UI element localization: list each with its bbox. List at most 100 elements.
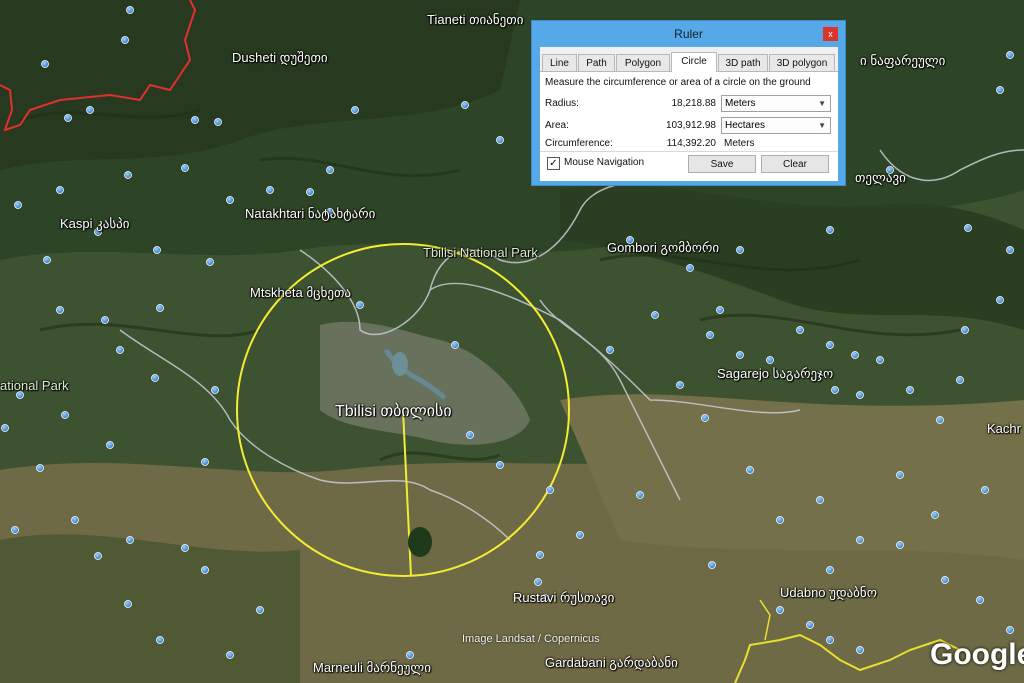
placemark-pin-icon[interactable] [536,551,544,559]
placemark-pin-icon[interactable] [676,381,684,389]
placemark-pin-icon[interactable] [226,196,234,204]
placemark-pin-icon[interactable] [94,552,102,560]
placemark-pin-icon[interactable] [736,351,744,359]
placemark-pin-icon[interactable] [461,101,469,109]
placemark-pin-icon[interactable] [816,496,824,504]
ruler-titlebar[interactable]: Ruler x [532,21,845,47]
placemark-pin-icon[interactable] [121,36,129,44]
placemark-pin-icon[interactable] [191,116,199,124]
placemark-pin-icon[interactable] [406,651,414,659]
placemark-pin-icon[interactable] [996,86,1004,94]
close-button[interactable]: x [823,27,838,41]
placemark-pin-icon[interactable] [36,464,44,472]
placemark-pin-icon[interactable] [776,516,784,524]
placemark-pin-icon[interactable] [856,646,864,654]
place-label-udabno[interactable]: Udabno უდაბნო [780,585,877,601]
placemark-pin-icon[interactable] [716,306,724,314]
placemark-pin-icon[interactable] [126,536,134,544]
placemark-pin-icon[interactable] [41,60,49,68]
placemark-pin-icon[interactable] [124,171,132,179]
place-label-east-2[interactable]: თელავი [855,170,906,186]
place-label-kachr[interactable]: Kachr [987,421,1021,436]
placemark-pin-icon[interactable] [116,346,124,354]
tab-3d-polygon[interactable]: 3D polygon [769,54,835,71]
mouse-navigation-checkbox[interactable]: ✓ [547,157,560,170]
placemark-pin-icon[interactable] [256,606,264,614]
placemark-pin-icon[interactable] [56,306,64,314]
placemark-pin-icon[interactable] [1006,626,1014,634]
placemark-pin-icon[interactable] [126,6,134,14]
placemark-pin-icon[interactable] [776,606,784,614]
placemark-pin-icon[interactable] [326,166,334,174]
placemark-pin-icon[interactable] [101,316,109,324]
ruler-dialog[interactable]: Ruler x Line Path Polygon Circle 3D path… [531,20,846,186]
placemark-pin-icon[interactable] [496,461,504,469]
place-label-rustavi[interactable]: Rustavi რუსთავი [513,590,614,606]
tab-polygon[interactable]: Polygon [616,54,670,71]
place-label-east-1[interactable]: ი ნაფარეული [860,53,945,69]
placemark-pin-icon[interactable] [896,471,904,479]
placemark-pin-icon[interactable] [746,466,754,474]
placemark-pin-icon[interactable] [826,636,834,644]
placemark-pin-icon[interactable] [796,326,804,334]
placemark-pin-icon[interactable] [976,596,984,604]
place-label-dusheti[interactable]: Dusheti დუშეთი [232,50,328,66]
placemark-pin-icon[interactable] [941,576,949,584]
clear-button[interactable]: Clear [761,155,829,173]
placemark-pin-icon[interactable] [534,578,542,586]
radius-unit-select[interactable]: Meters ▼ [721,95,831,112]
placemark-pin-icon[interactable] [831,386,839,394]
placemark-pin-icon[interactable] [826,341,834,349]
placemark-pin-icon[interactable] [61,411,69,419]
placemark-pin-icon[interactable] [43,256,51,264]
tab-circle[interactable]: Circle [671,52,717,72]
placemark-pin-icon[interactable] [14,201,22,209]
area-unit-select[interactable]: Hectares ▼ [721,117,831,134]
mouse-navigation-label[interactable]: Mouse Navigation [564,157,644,168]
placemark-pin-icon[interactable] [156,636,164,644]
placemark-pin-icon[interactable] [936,416,944,424]
placemark-pin-icon[interactable] [56,186,64,194]
placemark-pin-icon[interactable] [546,486,554,494]
placemark-pin-icon[interactable] [766,356,774,364]
placemark-pin-icon[interactable] [686,264,694,272]
placemark-pin-icon[interactable] [906,386,914,394]
placemark-pin-icon[interactable] [351,106,359,114]
placemark-pin-icon[interactable] [856,391,864,399]
placemark-pin-icon[interactable] [956,376,964,384]
tab-3d-path[interactable]: 3D path [718,54,768,71]
placemark-pin-icon[interactable] [226,651,234,659]
place-label-gardabani[interactable]: Gardabani გარდაბანი [545,655,678,671]
placemark-pin-icon[interactable] [964,224,972,232]
placemark-pin-icon[interactable] [201,566,209,574]
place-label-tianeti[interactable]: Tianeti თიანეთი [427,12,523,28]
placemark-pin-icon[interactable] [981,486,989,494]
placemark-pin-icon[interactable] [181,164,189,172]
placemark-pin-icon[interactable] [736,246,744,254]
placemark-pin-icon[interactable] [306,188,314,196]
placemark-pin-icon[interactable] [931,511,939,519]
placemark-pin-icon[interactable] [451,341,459,349]
place-label-tbilisi[interactable]: Tbilisi თბილისი [335,401,452,421]
placemark-pin-icon[interactable] [996,296,1004,304]
placemark-pin-icon[interactable] [201,458,209,466]
place-label-marneuli[interactable]: Marneuli მარნეული [313,660,431,676]
place-label-natakhtari[interactable]: Natakhtari ნატახტარი [245,206,375,222]
placemark-pin-icon[interactable] [266,186,274,194]
place-label-kaspi[interactable]: Kaspi კასპი [60,216,130,232]
placemark-pin-icon[interactable] [708,561,716,569]
placemark-pin-icon[interactable] [826,226,834,234]
placemark-pin-icon[interactable] [1006,246,1014,254]
placemark-pin-icon[interactable] [606,346,614,354]
satellite-map[interactable] [0,0,1024,683]
placemark-pin-icon[interactable] [151,374,159,382]
placemark-pin-icon[interactable] [876,356,884,364]
placemark-pin-icon[interactable] [806,621,814,629]
placemark-pin-icon[interactable] [156,304,164,312]
place-label-sagarejo[interactable]: Sagarejo საგარეჯო [717,366,833,382]
save-button[interactable]: Save [688,155,756,173]
placemark-pin-icon[interactable] [496,136,504,144]
placemark-pin-icon[interactable] [1006,51,1014,59]
placemark-pin-icon[interactable] [851,351,859,359]
placemark-pin-icon[interactable] [356,301,364,309]
